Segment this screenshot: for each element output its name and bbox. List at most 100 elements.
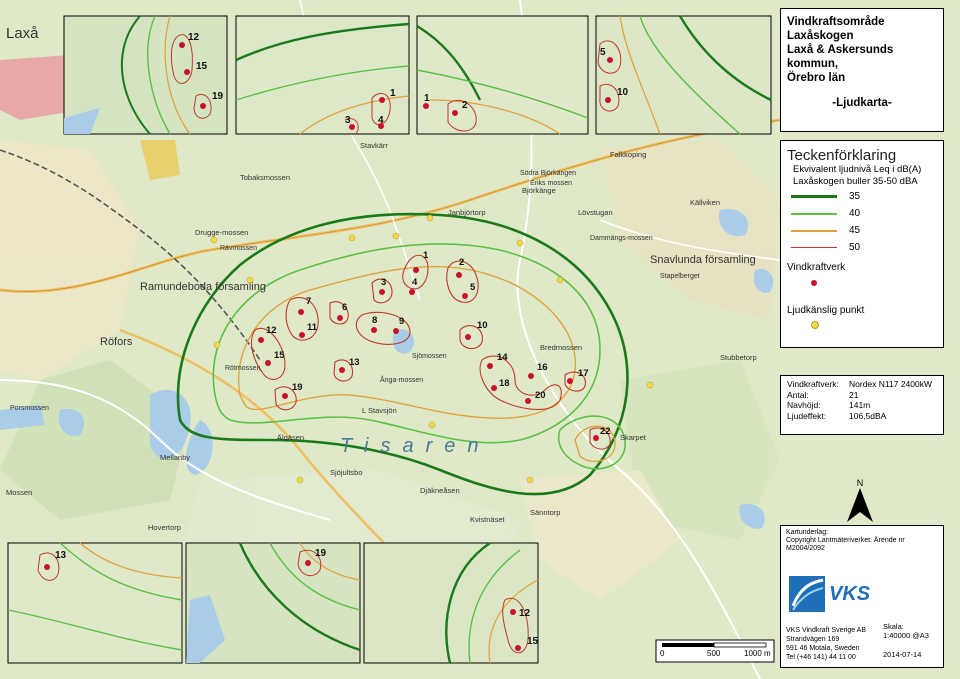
turbine-label: 20 [535,390,546,401]
scale-label: Skala: [883,622,904,631]
turbine-label: 7 [306,296,311,307]
turbine-label: 12 [266,325,277,336]
label-stapelberget: Stapelberget [660,273,700,280]
label-mellanby: Mellanby [160,453,190,462]
turbine-label: 15 [274,350,285,361]
turbine-label: 10 [477,320,488,331]
inset-label: 5 [600,47,606,58]
label-falkkoping: Falkkoping [610,150,646,159]
turbine-8: 8 [371,315,377,333]
label-stavkarr: Stavkärr [360,141,388,150]
turbine-label: 2 [459,257,464,268]
label-porsmossen: Porsmossen [10,405,49,412]
label-skarpet: Skarpet [620,433,647,442]
turbine-label: 8 [372,315,377,326]
turbine-label: 17 [578,368,589,379]
inset-label: 10 [617,87,629,98]
label-ramundeboda: Ramundeboda församling [140,281,266,293]
title-line-3: Örebro län [787,72,846,84]
base-map-copyright: Copyright Lantmäteriverket. Ärende nr M2… [786,537,905,552]
legend-sensitive-label: Ljudkänslig punkt [787,305,865,316]
label-mossen: Mossen [6,488,32,497]
map-date: 2014-07-14 [883,650,922,659]
label-laxa: Laxå [6,25,39,42]
credits-panel: Kartunderlag: Copyright Lantmäteriverket… [780,525,944,668]
turbine-label: 5 [470,282,476,293]
info-row: Antal: 21 [787,389,859,400]
vks-logo-text: VKS [829,582,871,605]
turbine-info-panel: Vindkraftverk: Nordex N117 2400kW Antal: 2… [780,375,944,435]
label-sjojultsbo: Sjöjultsbo [330,468,363,477]
company-street: Strandvägen 169 [786,636,840,643]
scale-0: 0 [660,649,665,658]
inset-label: 15 [527,636,539,647]
title-panel: Vindkraftsområde Laxåskogen Laxå & Asker… [780,8,944,132]
label-bredmossen: Bredmossen [540,343,582,352]
inset-label: 12 [519,608,531,619]
label-kvistnaset: Kvistnäset [470,515,506,524]
sensitive-point-icon [811,321,819,329]
inset-label: 1 [424,93,430,104]
label-snavlunda: Snavlunda församling [650,254,756,266]
inset-label: 1 [390,88,396,99]
legend-contour-50: 50 [791,239,937,256]
vks-logo: VKS [789,576,870,612]
label-druggemossen: Drugge-mossen [195,228,248,237]
inset-top-3: 1 2 [416,15,589,135]
north-arrow-icon [847,488,873,522]
inset-label: 19 [315,548,327,559]
turbine-label: 16 [537,362,548,373]
label-rotmossen: Rötmossen [225,365,261,372]
label-dammangsmossen: Dammängs-mossen [590,235,653,242]
label-l-stavsjon: L Stavsjön [362,406,397,415]
label-angamossen: Ånga-mossen [380,375,423,384]
inset-top-2: 1 3 4 [235,15,410,135]
map-subtitle: -Ljudkarta- [832,97,892,109]
turbine-label: 22 [600,426,611,437]
label-sanntorp: Sänntorp [530,508,560,517]
legend-contour-35: 35 [791,188,937,205]
inset-label: 2 [462,100,468,111]
inset-label: 12 [188,32,200,43]
inset-top-4: 5 10 [595,15,772,135]
label-rofors: Röfors [100,336,133,348]
scale-value: 1:40000 @A3 [883,631,929,640]
label-ravmossen: Rävmossen [220,245,257,252]
turbine-symbol-icon [811,280,817,286]
info-row: Vindkraftverk: Nordex N117 2400kW [787,379,932,389]
label-sjomossen: Sjömossen [412,353,447,360]
title-line-1: Vindkraftsområde Laxåskogen [787,16,885,42]
legend-subtitle-1: Ekvivalent ljudnivå Leq i dB(A) [793,164,922,175]
inset-bottom-1: 13 [7,542,183,664]
label-tisaren: Tisaren [340,435,491,457]
company-city: 591 46 Motala, Sweden [786,645,860,652]
label-djaknearsen: Djäkneåsen [420,486,460,495]
scale-bar: 0 500 1000 m [655,639,775,663]
label-stubbetorp: Stubbetorp [720,353,757,362]
legend-contour-45: 45 [791,222,937,239]
turbine-label: 13 [349,357,360,368]
inset-label: 13 [55,550,67,561]
inset-bottom-2: 19 [185,542,361,664]
turbine-label: 3 [381,277,386,288]
company-phone: Tel (+46 141) 44 11 00 [786,654,856,661]
label-janbjortorp: Janbjörtorp [448,208,486,217]
label-eriks-mossen: Eriks mossen [530,180,572,187]
turbine-label: 6 [342,302,347,313]
turbine-label: 4 [412,277,418,288]
scale-1000: 1000 m [744,649,771,658]
inset-label: 3 [345,115,351,126]
turbine-label: 19 [292,382,303,393]
label-algasen: Älgäsen [277,433,304,442]
label-sodra-bjorkangen: Södra Björkängen [520,170,576,177]
inset-label: 15 [196,61,208,72]
inset-top-1: 12 15 19 [63,15,228,135]
north-arrow: N [845,478,875,526]
label-kallviken: Källviken [690,198,720,207]
turbine-label: 9 [399,316,404,327]
info-row: Ljudeffekt: 106,5dBA [787,410,887,421]
base-map-label: Kartunderlag: [786,529,829,536]
company-name: VKS Vindkraft Sverige AB [786,627,867,634]
legend-heading: Teckenförklaring [787,147,897,164]
info-row: Navhöjd: 141m [787,400,871,410]
